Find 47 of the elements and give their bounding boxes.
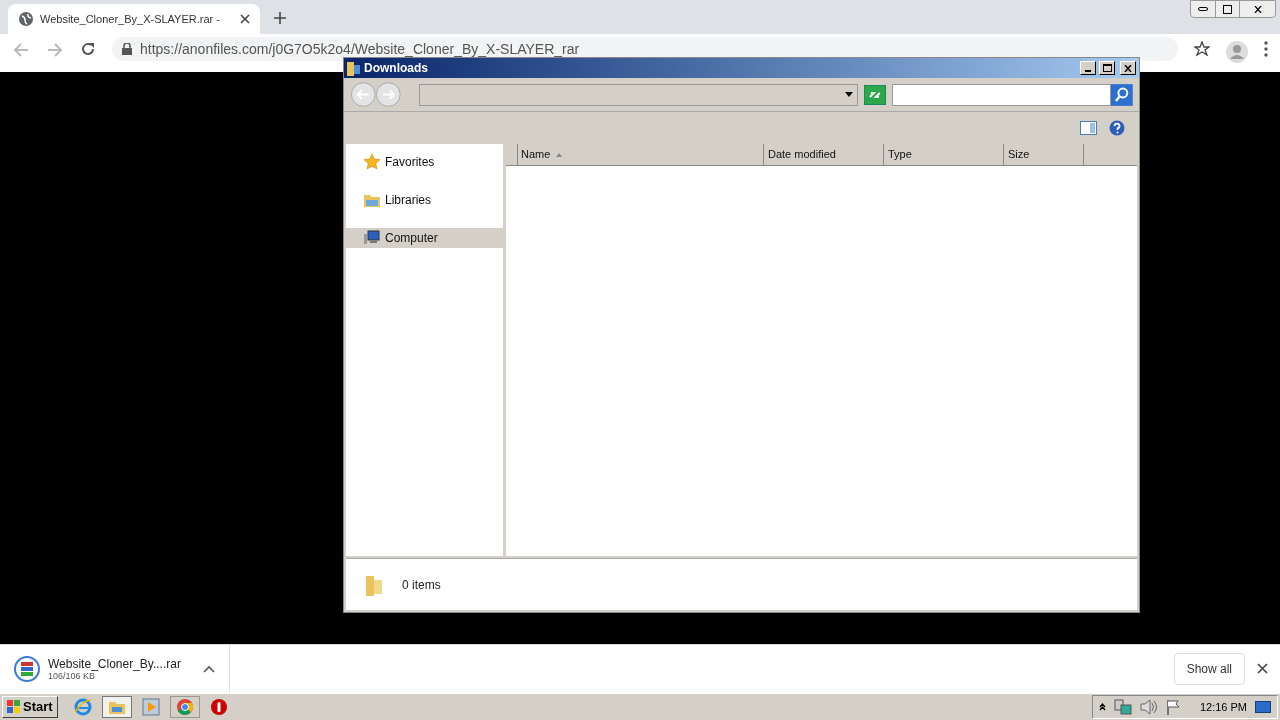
dropdown-arrow-icon[interactable]: [845, 92, 854, 97]
speaker-icon[interactable]: [1139, 699, 1158, 715]
network-icon[interactable]: [1113, 699, 1132, 715]
refresh-button[interactable]: [864, 84, 886, 105]
nav-item[interactable]: Computer: [346, 228, 503, 248]
search-icon[interactable]: [1111, 83, 1133, 106]
chrome-taskbar-button[interactable]: [169, 696, 200, 718]
windows-logo-icon: [7, 700, 21, 714]
start-button[interactable]: Start: [2, 696, 58, 718]
maximize-button[interactable]: [1099, 61, 1115, 75]
globe-icon: [18, 11, 34, 27]
help-icon[interactable]: [1109, 120, 1125, 136]
chevron-up-icon[interactable]: [203, 664, 215, 673]
close-icon[interactable]: [1257, 663, 1268, 674]
tab-title: Website_Cloner_By_X-SLAYER.rar -: [40, 11, 221, 27]
browser-tab[interactable]: Website_Cloner_By_X-SLAYER.rar -: [8, 4, 260, 34]
column-header[interactable]: Name: [518, 144, 764, 165]
close-icon: [1124, 64, 1132, 72]
new-tab-icon[interactable]: [274, 12, 286, 24]
column-header[interactable]: Type: [884, 144, 1004, 165]
address-field[interactable]: [419, 83, 859, 106]
preview-pane-icon[interactable]: [1080, 121, 1097, 135]
account-icon[interactable]: [1226, 41, 1248, 63]
close-icon: [1253, 5, 1262, 13]
menu-icon[interactable]: [1264, 41, 1268, 57]
reload-icon[interactable]: [80, 41, 96, 57]
stop-icon[interactable]: [209, 698, 228, 716]
show-all-button[interactable]: Show all: [1173, 652, 1245, 685]
close-icon[interactable]: [240, 14, 250, 24]
search-field[interactable]: [891, 83, 1112, 106]
download-filename[interactable]: Website_Cloner_By....rar: [48, 656, 195, 671]
chevron-up-icon[interactable]: [1098, 703, 1106, 711]
column-header[interactable]: Date modified: [764, 144, 884, 165]
archive-icon: [14, 655, 40, 682]
download-size: 106/106 KB: [48, 670, 96, 681]
column-header[interactable]: Size: [1004, 144, 1084, 165]
item-count: 0 items: [402, 576, 441, 594]
url-text[interactable]: https://anonfiles.com/j0G7O5k2o4/Website_Cloner_By_X-SLAYER_rar: [140, 41, 580, 57]
star-icon[interactable]: [1194, 41, 1210, 57]
flag-icon[interactable]: [1165, 699, 1182, 715]
lock-icon: [122, 43, 132, 55]
minimize-button[interactable]: [1080, 61, 1096, 75]
clock[interactable]: 12:16 PM: [1199, 698, 1247, 716]
star-icon: [364, 154, 380, 170]
computer-icon: [364, 230, 380, 246]
window-title: Downloads: [364, 60, 429, 77]
folder-taskbar-button[interactable]: [101, 696, 132, 718]
